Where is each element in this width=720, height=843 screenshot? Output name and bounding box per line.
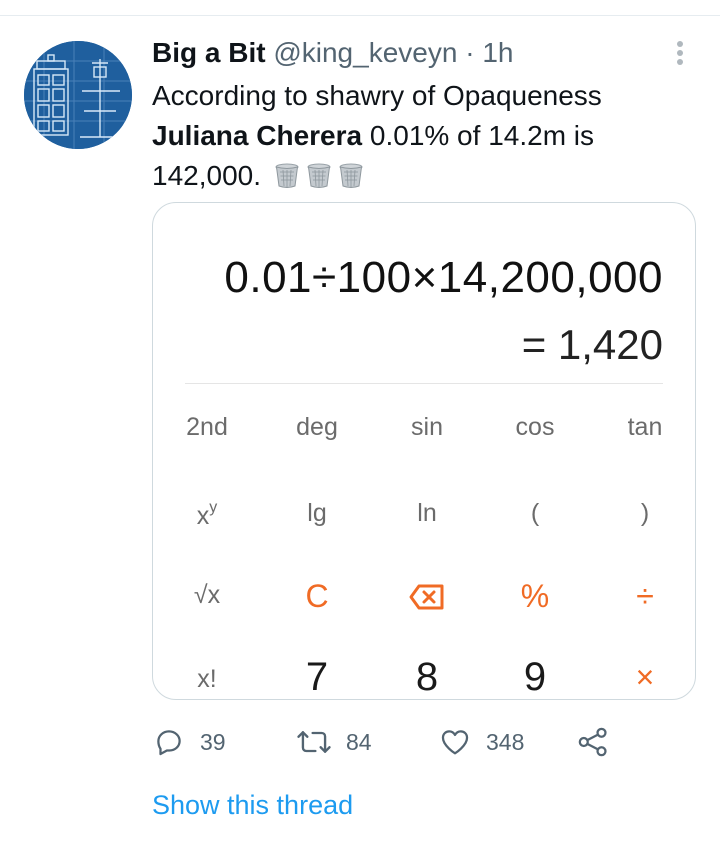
attached-calculator-image[interactable]: 0.01÷100×14,200,000 = 1,420 2nd deg sin … bbox=[152, 202, 696, 700]
author-name[interactable]: Big a Bit bbox=[152, 37, 266, 68]
calc-key-tan: tan bbox=[627, 413, 663, 441]
calc-key-open-paren: ( bbox=[530, 499, 540, 527]
heart-icon bbox=[441, 730, 469, 755]
header-separator: · bbox=[465, 37, 475, 68]
retweet-icon bbox=[297, 731, 331, 753]
share-icon bbox=[578, 727, 607, 757]
tweet-text-line1: According to shawry of Opaqueness bbox=[152, 80, 602, 111]
calc-key-9: 9 bbox=[523, 655, 547, 699]
tweet-text: According to shawry of Opaqueness Julian… bbox=[152, 76, 692, 196]
calc-key-sin: sin bbox=[411, 413, 443, 441]
calc-key-close-paren: ) bbox=[640, 499, 650, 527]
author-handle[interactable]: @king_keveyn bbox=[273, 37, 457, 68]
calc-key-clear: C bbox=[305, 578, 329, 614]
wastebasket-emoji-icon bbox=[305, 160, 333, 188]
avatar-blueprint-image bbox=[24, 41, 132, 149]
calc-key-2nd: 2nd bbox=[186, 413, 228, 441]
reply-count: 39 bbox=[200, 728, 226, 755]
reply-button[interactable]: 39 bbox=[152, 722, 226, 762]
calc-key-multiply: × bbox=[635, 659, 655, 695]
tweet-time[interactable]: 1h bbox=[482, 37, 513, 68]
wastebasket-emoji-icon bbox=[273, 160, 301, 188]
calc-key-ln: ln bbox=[417, 499, 437, 527]
calc-key-8: 8 bbox=[415, 655, 439, 699]
calc-key-sqrt: √x bbox=[193, 581, 221, 609]
calc-key-cos: cos bbox=[515, 413, 555, 441]
share-button[interactable] bbox=[576, 722, 610, 762]
calc-expression: 0.01÷100×14,200,000 bbox=[224, 253, 663, 302]
calc-key-lg: lg bbox=[307, 499, 327, 527]
calc-key-divide: ÷ bbox=[636, 578, 654, 614]
reply-icon bbox=[157, 730, 181, 756]
mention-link[interactable]: Juliana Cherera bbox=[152, 120, 362, 151]
retweet-count: 84 bbox=[346, 728, 372, 755]
avatar[interactable] bbox=[24, 41, 132, 149]
calc-result: = 1,420 bbox=[521, 321, 663, 368]
wastebasket-emoji-icon bbox=[337, 160, 365, 188]
top-divider bbox=[0, 15, 720, 16]
like-count: 348 bbox=[486, 728, 525, 755]
tweet-actions: 39 84 348 bbox=[152, 722, 622, 762]
calc-key-backspace-icon bbox=[377, 581, 477, 618]
vertical-dots-icon bbox=[677, 41, 683, 65]
calc-key-deg: deg bbox=[296, 413, 338, 441]
retweet-button[interactable]: 84 bbox=[296, 722, 372, 762]
more-options-button[interactable] bbox=[668, 38, 692, 68]
calc-key-power: xy bbox=[196, 499, 218, 530]
tweet-header: Big a Bit @king_keveyn · 1h bbox=[152, 36, 513, 70]
like-button[interactable]: 348 bbox=[438, 722, 524, 762]
calc-key-percent: % bbox=[520, 578, 550, 614]
calc-key-factorial: x! bbox=[197, 665, 217, 693]
show-thread-link[interactable]: Show this thread bbox=[152, 790, 353, 821]
calc-key-7: 7 bbox=[305, 655, 329, 699]
calc-divider bbox=[185, 383, 663, 384]
